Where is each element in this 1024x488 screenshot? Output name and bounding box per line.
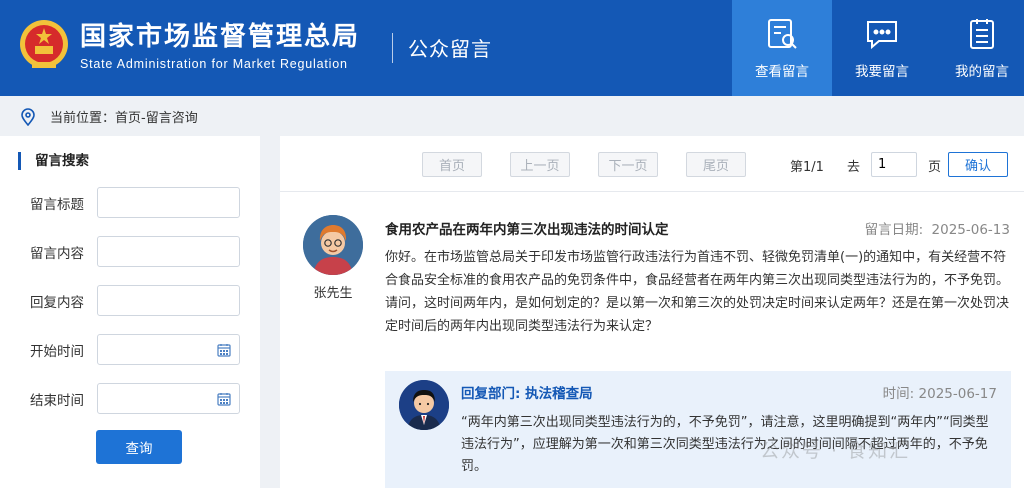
reply-body: “两年内第三次出现同类型违法行为的，不予免罚”，请注意，这里明确提到“两年内”“… — [461, 415, 989, 474]
page-number-input[interactable] — [871, 152, 917, 177]
chat-bubble-icon — [867, 21, 897, 50]
watermark: 公众号 · 食知汇 — [760, 440, 911, 462]
confirm-page-button[interactable]: 确认 — [948, 152, 1008, 177]
breadcrumb: 当前位置：首页-留言咨询 — [50, 111, 198, 126]
next-page-button[interactable]: 下一页 — [598, 152, 658, 177]
reply-time-label: 时间: — [882, 386, 915, 402]
location-pin-icon — [21, 108, 35, 126]
nav-label: 我要留言 — [855, 64, 909, 80]
calendar-icon[interactable] — [217, 343, 231, 357]
site-header: 国家市场监督管理总局 State Administration for Mark… — [0, 0, 1024, 96]
reply-box: 回复部门: 执法稽查局 时间: 2025-06-17 “两年内第三次出现同类型违… — [385, 371, 1011, 488]
search-doc-icon — [768, 19, 797, 49]
nav-label: 查看留言 — [755, 64, 809, 80]
official-avatar-icon — [399, 380, 449, 430]
site-subtitle: State Administration for Market Regulati… — [80, 57, 348, 71]
avatar — [399, 380, 449, 430]
author-name: 张先生 — [313, 286, 353, 301]
nav-label: 我的留言 — [955, 64, 1009, 80]
goto-label: 去 — [847, 160, 861, 175]
message-date-label: 留言日期: — [864, 222, 924, 238]
message-panel: 首页 上一页 下一页 尾页 第1/1 去 页 确认 张先生 食用农产品在两年内第… — [280, 136, 1024, 488]
reply-time: 时间: 2025-06-17 — [883, 382, 997, 402]
field-label-end-date: 结束时间 — [30, 393, 84, 409]
last-page-button[interactable]: 尾页 — [686, 152, 746, 177]
message-title[interactable]: 食用农产品在两年内第三次出现违法的时间认定 — [385, 218, 669, 238]
clipboard-list-icon — [970, 19, 994, 49]
header-divider — [392, 33, 393, 63]
user-avatar-icon — [303, 215, 363, 275]
nav-view-messages[interactable]: 查看留言 — [732, 0, 832, 96]
section-title: 公众留言 — [408, 37, 492, 61]
message-date: 留言日期: 2025-06-13 — [865, 218, 1010, 238]
message-date-value: 2025-06-13 — [931, 222, 1010, 238]
nav-my-messages[interactable]: 我的留言 — [932, 0, 1024, 96]
first-page-button[interactable]: 首页 — [422, 152, 482, 177]
query-button[interactable]: 查询 — [96, 430, 182, 464]
national-emblem-icon — [20, 20, 68, 68]
field-label-title: 留言标题 — [30, 197, 84, 213]
calendar-icon[interactable] — [217, 392, 231, 406]
pagination: 首页 上一页 下一页 尾页 第1/1 去 页 确认 — [280, 136, 1024, 192]
nav-leave-message[interactable]: 我要留言 — [832, 0, 932, 96]
message-content-input[interactable] — [97, 236, 240, 267]
field-label-content: 留言内容 — [30, 246, 84, 262]
message-body: 你好。在市场监管总局关于印发市场监管行政违法行为首违不罚、轻微免罚清单(一)的通… — [385, 250, 1010, 334]
sidebar-title: 留言搜索 — [18, 152, 89, 170]
prev-page-button[interactable]: 上一页 — [510, 152, 570, 177]
page-info: 第1/1 — [790, 160, 824, 175]
reply-department: 回复部门: 执法稽查局 — [461, 386, 593, 402]
page-unit-label: 页 — [928, 160, 942, 175]
avatar — [303, 215, 363, 275]
search-sidebar: 留言搜索 留言标题 留言内容 回复内容 开始时间 结束时间 查询 — [0, 136, 260, 488]
site-title: 国家市场监督管理总局 — [80, 22, 361, 52]
field-label-reply: 回复内容 — [30, 295, 84, 311]
reply-time-value: 2025-06-17 — [918, 386, 997, 402]
message-title-input[interactable] — [97, 187, 240, 218]
reply-content-input[interactable] — [97, 285, 240, 316]
field-label-start-date: 开始时间 — [30, 344, 84, 360]
